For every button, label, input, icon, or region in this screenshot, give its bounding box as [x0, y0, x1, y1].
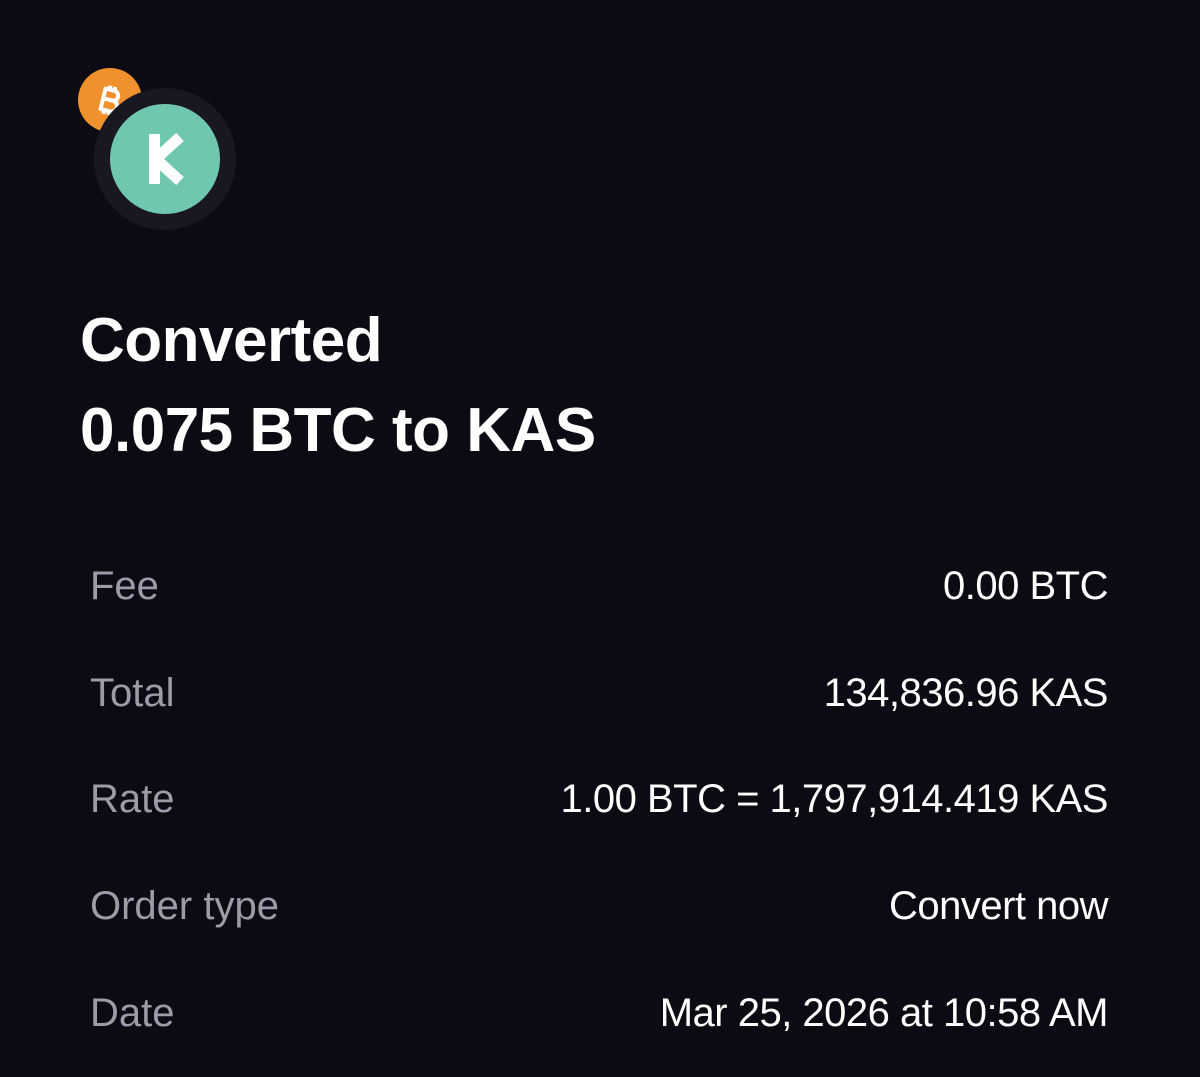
total-label: Total — [90, 670, 175, 715]
asset-icons — [78, 68, 238, 230]
page-title: Converted 0.075 BTC to KAS — [80, 296, 596, 476]
fee-value: 0.00 BTC — [943, 563, 1108, 608]
rate-label: Rate — [90, 777, 175, 822]
date-label: Date — [90, 990, 175, 1035]
total-row: Total 134,836.96 KAS — [90, 640, 1109, 747]
title-status: Converted — [80, 306, 383, 375]
fee-label: Fee — [90, 563, 159, 608]
date-row: Date Mar 25, 2026 at 10:58 AM — [90, 960, 1109, 1067]
order-type-value: Convert now — [888, 884, 1109, 929]
fee-row: Fee 0.00 BTC — [90, 533, 1108, 640]
kaspa-icon — [110, 104, 220, 214]
total-value: 134,836.96 KAS — [823, 670, 1109, 715]
rate-row: Rate 1.00 BTC = 1,797,914.419 KAS — [90, 747, 1108, 854]
title-conversion: 0.075 BTC to KAS — [80, 396, 596, 465]
order-type-label: Order type — [90, 884, 279, 929]
transaction-details: Fee 0.00 BTC Total 134,836.96 KAS Rate 1… — [90, 533, 1109, 1067]
order-type-row: Order type Convert now — [90, 853, 1109, 960]
date-value: Mar 25, 2026 at 10:58 AM — [659, 990, 1109, 1035]
rate-value: 1.00 BTC = 1,797,914.419 KAS — [560, 777, 1108, 822]
